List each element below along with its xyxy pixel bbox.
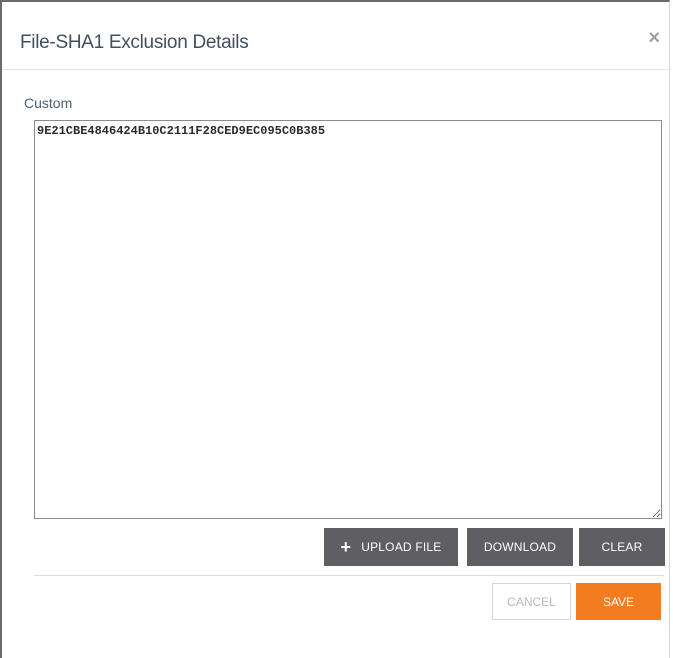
cancel-label: CANCEL [507, 594, 556, 609]
exclusion-details-dialog: File-SHA1 Exclusion Details × Custom 9E2… [0, 0, 670, 658]
download-button[interactable]: DOWNLOAD [467, 528, 573, 566]
upload-file-button[interactable]: + UPLOAD FILE [324, 528, 458, 566]
cancel-button[interactable]: CANCEL [492, 583, 571, 620]
close-icon[interactable]: × [648, 28, 660, 48]
save-button[interactable]: SAVE [576, 583, 661, 620]
clear-label: CLEAR [601, 540, 643, 554]
dialog-title: File-SHA1 Exclusion Details [20, 32, 249, 53]
save-label: SAVE [602, 594, 635, 609]
upload-file-label: UPLOAD FILE [361, 540, 442, 554]
dialog-header: File-SHA1 Exclusion Details × [2, 2, 669, 70]
custom-hash-textarea[interactable]: 9E21CBE4846424B10C2111F28CED9EC095C0B385 [34, 120, 662, 519]
clear-button[interactable]: CLEAR [579, 528, 665, 566]
custom-field-label: Custom [24, 95, 73, 111]
footer-divider [34, 575, 664, 576]
plus-icon: + [340, 537, 352, 557]
download-label: DOWNLOAD [483, 540, 557, 554]
